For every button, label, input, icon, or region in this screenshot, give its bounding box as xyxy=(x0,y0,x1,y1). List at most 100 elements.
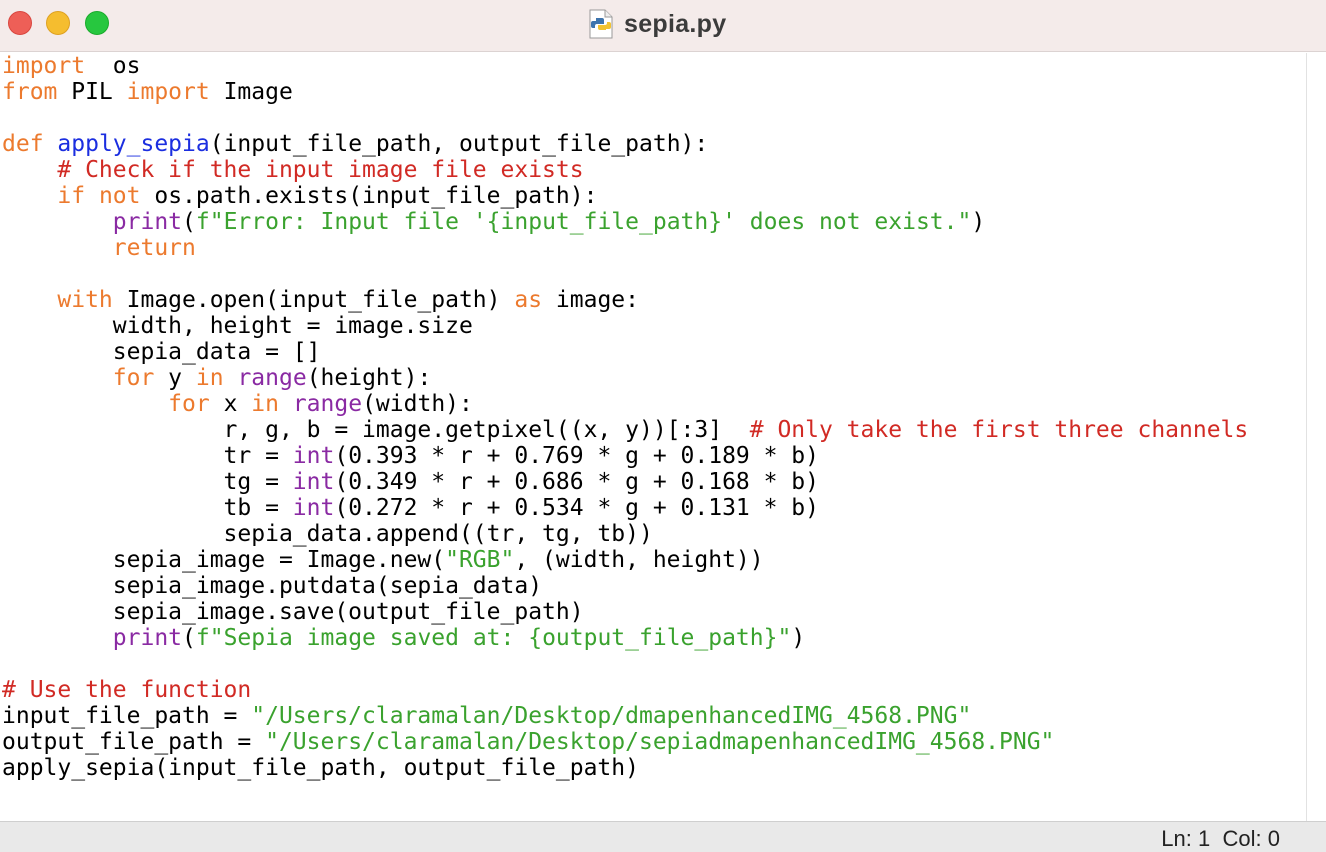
vertical-scrollbar[interactable] xyxy=(1306,53,1326,821)
builtin-token: int xyxy=(292,443,335,469)
column-label: Col: xyxy=(1222,826,1262,851)
code-line: width, height = image.size xyxy=(2,313,1248,339)
code-text: , (width, height)) xyxy=(514,547,764,573)
window-title: sepia.py xyxy=(624,9,727,38)
title-bar: sepia.py xyxy=(0,0,1326,52)
code-text: r, g, b = image.getpixel((x, y))[:3] xyxy=(2,417,750,443)
code-text: sepia_image.save(output_file_path) xyxy=(2,599,584,625)
line-number: 1 xyxy=(1198,826,1211,851)
window-title-group: sepia.py xyxy=(588,7,726,41)
code-line: import os xyxy=(2,53,1248,79)
code-line: from PIL import Image xyxy=(2,79,1248,105)
function-name-token: apply_sepia xyxy=(57,131,210,157)
code-line: sepia_data.append((tr, tg, tb)) xyxy=(2,521,1248,547)
code-text: (0.393 * r + 0.769 * g + 0.189 * b) xyxy=(334,443,819,469)
code-line: sepia_image.putdata(sepia_data) xyxy=(2,573,1248,599)
code-text: (height): xyxy=(306,365,432,391)
keyword-token: from xyxy=(2,79,58,105)
code-line: tr = int(0.393 * r + 0.769 * g + 0.189 *… xyxy=(2,443,1248,469)
code-text: os xyxy=(85,53,141,79)
code-text: image: xyxy=(542,287,639,313)
code-text: tr = xyxy=(2,443,293,469)
builtin-token: print xyxy=(112,625,183,651)
code-text: Image xyxy=(209,79,293,105)
code-line: def apply_sepia(input_file_path, output_… xyxy=(2,131,1248,157)
builtin-token: print xyxy=(112,209,183,235)
column-number: 0 xyxy=(1267,826,1280,851)
comment-token: # Check if the input image file exists xyxy=(57,157,584,183)
builtin-token: range xyxy=(292,391,363,417)
keyword-token: in xyxy=(195,365,224,391)
python-file-icon xyxy=(589,9,613,39)
code-line: sepia_image = Image.new("RGB", (width, h… xyxy=(2,547,1248,573)
code-editor[interactable]: import os from PIL import Image def apply_… xyxy=(0,53,1306,821)
zoom-button[interactable] xyxy=(85,11,109,35)
code-text: input_file_path = xyxy=(2,703,252,729)
builtin-token: range xyxy=(237,365,307,391)
code-text: os.path.exists(input_file_path): xyxy=(140,183,598,209)
code-text: tg = xyxy=(2,469,293,495)
close-button[interactable] xyxy=(8,11,32,35)
string-token: f"Sepia image saved at: {output_file_pat… xyxy=(195,625,792,651)
code-line: sepia_image.save(output_file_path) xyxy=(2,599,1248,625)
keyword-token: as xyxy=(514,287,543,313)
code-line: print(f"Sepia image saved at: {output_fi… xyxy=(2,625,1248,651)
keyword-token: for xyxy=(112,365,155,391)
code-text: x xyxy=(209,391,252,417)
code-line: with Image.open(input_file_path) as imag… xyxy=(2,287,1248,313)
string-token: "RGB" xyxy=(445,547,515,573)
keyword-token: import xyxy=(126,79,210,105)
keyword-token: not xyxy=(98,183,141,209)
code-text: sepia_image = Image.new( xyxy=(2,547,446,573)
code-line: output_file_path = "/Users/claramalan/De… xyxy=(2,729,1248,755)
code-lines: import os from PIL import Image def apply_… xyxy=(2,53,1248,781)
code-text: apply_sepia(input_file_path, output_file… xyxy=(2,755,639,781)
status-bar: Ln: 1 Col: 0 xyxy=(0,821,1326,852)
code-text: sepia_data.append((tr, tg, tb)) xyxy=(2,521,653,547)
keyword-token: in xyxy=(251,391,279,417)
code-text: output_file_path = xyxy=(2,729,266,755)
code-line: tg = int(0.349 * r + 0.686 * g + 0.168 *… xyxy=(2,469,1248,495)
keyword-token: def xyxy=(2,131,44,157)
minimize-button[interactable] xyxy=(46,11,70,35)
code-text: ) xyxy=(971,209,986,235)
code-text: Image.open(input_file_path) xyxy=(112,287,515,313)
code-line: for x in range(width): xyxy=(2,391,1248,417)
code-line: for y in range(height): xyxy=(2,365,1248,391)
code-text: sepia_image.putdata(sepia_data) xyxy=(2,573,543,599)
keyword-token: with xyxy=(57,287,113,313)
cursor-position: Ln: 1 Col: 0 xyxy=(1161,826,1280,852)
code-line: sepia_data = [] xyxy=(2,339,1248,365)
code-text: ( xyxy=(182,625,196,651)
code-line: input_file_path = "/Users/claramalan/Des… xyxy=(2,703,1248,729)
code-text: ) xyxy=(791,625,806,651)
code-line: # Check if the input image file exists xyxy=(2,157,1248,183)
code-text: (0.349 * r + 0.686 * g + 0.168 * b) xyxy=(334,469,819,495)
code-text: width, height = image.size xyxy=(2,313,473,339)
string-token: "/Users/claramalan/Desktop/sepiadmapenha… xyxy=(265,729,1055,755)
code-line: if not os.path.exists(input_file_path): xyxy=(2,183,1248,209)
line-label: Ln: xyxy=(1161,826,1192,851)
keyword-token: import xyxy=(2,53,86,79)
code-text: PIL xyxy=(57,79,127,105)
keyword-token: if xyxy=(57,183,86,209)
code-line: r, g, b = image.getpixel((x, y))[:3] # O… xyxy=(2,417,1249,443)
keyword-token: return xyxy=(112,235,196,261)
code-text: (input_file_path, output_file_path): xyxy=(209,131,709,157)
string-token: "/Users/claramalan/Desktop/dmapenhancedI… xyxy=(251,703,972,729)
string-token: f"Error: Input file '{input_file_path}' … xyxy=(195,209,972,235)
code-line: print(f"Error: Input file '{input_file_p… xyxy=(2,209,1248,235)
